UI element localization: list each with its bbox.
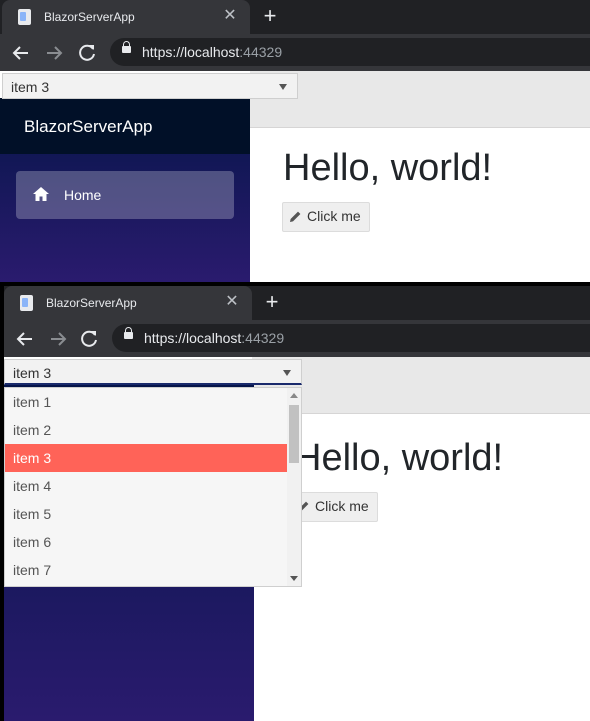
dropdown-items: item 1 item 2 item 3 item 4 item 5 item 6 item… xyxy=(5,388,287,584)
dropdown-value: item 3 xyxy=(13,365,52,381)
brand-bar: BlazorServerApp xyxy=(0,98,250,154)
click-me-label: Click me xyxy=(307,208,361,224)
dropdown-item[interactable]: item 5 xyxy=(5,500,287,528)
click-me-label: Click me xyxy=(315,498,369,514)
top-row xyxy=(252,357,590,414)
dropdown-item[interactable]: item 6 xyxy=(5,528,287,556)
tab-strip: BlazorServerApp ✕ + xyxy=(4,286,590,320)
browser-toolbar: https://localhost:44329 xyxy=(4,320,590,357)
address-bar[interactable]: https://localhost:44329 xyxy=(112,324,590,352)
browser-tab[interactable]: BlazorServerApp ✕ xyxy=(2,0,250,34)
screenshot-expanded: BlazorServerApp ✕ + https://localhost:44… xyxy=(0,282,590,721)
address-bar[interactable]: https://localhost:44329 xyxy=(110,38,590,66)
scroll-thumb[interactable] xyxy=(289,405,299,463)
screenshot-collapsed: BlazorServerApp ✕ + https://localhost:44… xyxy=(0,0,590,282)
top-row xyxy=(250,71,590,128)
back-arrow-icon[interactable] xyxy=(8,40,34,66)
lock-icon xyxy=(124,327,133,339)
page-heading: Hello, world! xyxy=(294,437,504,479)
tab-title: BlazorServerApp xyxy=(46,296,137,310)
dropdown-item[interactable]: item 3 xyxy=(5,444,287,472)
url-text: https://localhost:44329 xyxy=(142,44,283,60)
forward-arrow-icon[interactable] xyxy=(41,40,67,66)
reload-icon[interactable] xyxy=(76,326,102,352)
chevron-down-icon[interactable] xyxy=(279,84,287,90)
dropdown-list[interactable]: item 3 xyxy=(4,359,302,385)
app-page: BlazorServerApp Home item 3 Hello, world… xyxy=(0,71,590,282)
app-brand[interactable]: BlazorServerApp xyxy=(24,117,153,137)
close-tab-icon[interactable]: ✕ xyxy=(222,292,242,312)
dropdown-item[interactable]: item 7 xyxy=(5,556,287,584)
click-me-button[interactable]: Click me xyxy=(290,492,378,522)
url-text: https://localhost:44329 xyxy=(144,330,285,346)
dropdown-item[interactable]: item 4 xyxy=(5,472,287,500)
new-tab-icon[interactable]: + xyxy=(260,291,284,315)
pencil-icon xyxy=(290,211,301,222)
home-icon xyxy=(33,187,49,201)
click-me-button[interactable]: Click me xyxy=(282,202,370,232)
back-arrow-icon[interactable] xyxy=(12,326,38,352)
lock-icon xyxy=(122,41,131,53)
browser-toolbar: https://localhost:44329 xyxy=(0,34,590,71)
chevron-down-icon[interactable] xyxy=(283,370,291,376)
reload-icon[interactable] xyxy=(74,40,100,66)
dropdown-item[interactable]: item 1 xyxy=(5,388,287,416)
tab-strip: BlazorServerApp ✕ + xyxy=(0,0,590,34)
dropdown-value: item 3 xyxy=(11,79,50,95)
sidebar: BlazorServerApp Home xyxy=(0,98,250,282)
tab-title: BlazorServerApp xyxy=(44,10,135,24)
nav-item-home[interactable]: Home xyxy=(16,171,234,219)
close-tab-icon[interactable]: ✕ xyxy=(220,6,240,26)
page-favicon-icon xyxy=(18,9,31,25)
dropdown-popup: item 1 item 2 item 3 item 4 item 5 item 6 item… xyxy=(4,387,302,587)
dropdown-item[interactable]: item 2 xyxy=(5,416,287,444)
dropdown-list[interactable]: item 3 xyxy=(2,73,298,99)
page-heading: Hello, world! xyxy=(283,147,493,189)
page-favicon-icon xyxy=(20,295,33,311)
scrollbar[interactable] xyxy=(287,388,301,586)
forward-arrow-icon[interactable] xyxy=(45,326,71,352)
scroll-down-icon[interactable] xyxy=(290,576,298,581)
new-tab-icon[interactable]: + xyxy=(258,5,282,29)
scroll-up-icon[interactable] xyxy=(290,393,298,398)
browser-tab[interactable]: BlazorServerApp ✕ xyxy=(4,286,252,320)
nav-home-label: Home xyxy=(64,187,102,203)
